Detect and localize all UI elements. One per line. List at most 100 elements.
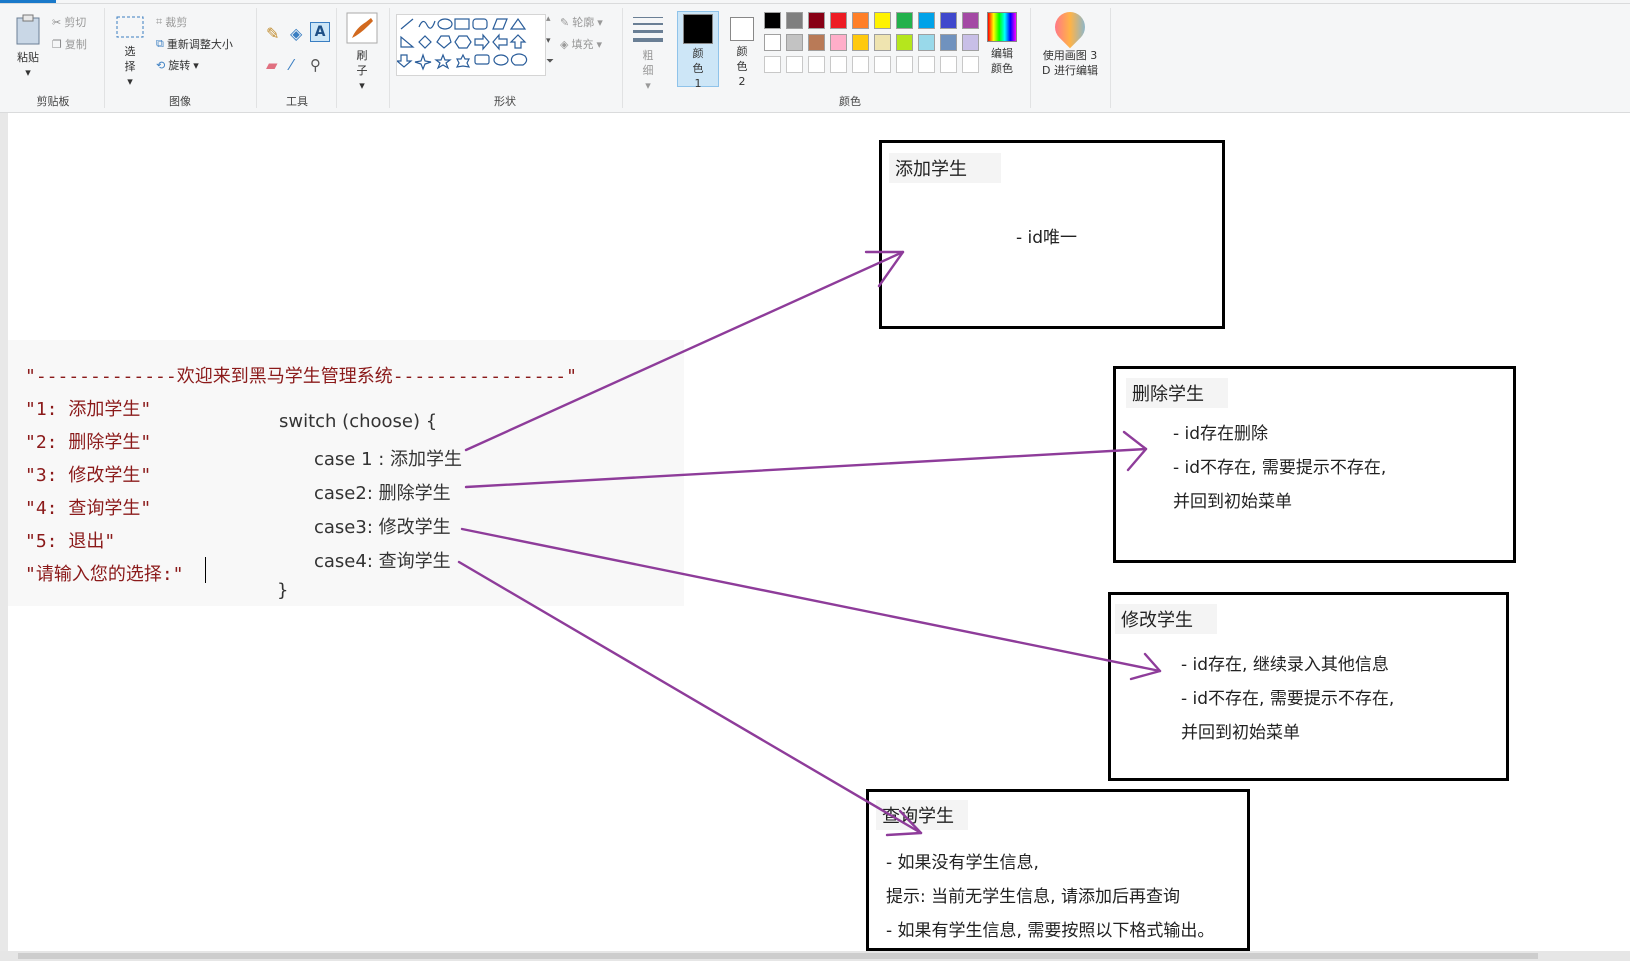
menu-welcome-line: "-------------欢迎来到黑马学生管理系统--------------… bbox=[25, 366, 577, 387]
query-student-title: 查询学生 bbox=[876, 800, 968, 830]
color-swatch[interactable] bbox=[808, 12, 825, 29]
size-button[interactable]: 粗细 ▾ bbox=[630, 14, 666, 93]
shapes-expand-icon[interactable]: ⏷ bbox=[546, 56, 554, 67]
menu-option-3: "3: 修改学生" bbox=[25, 465, 152, 486]
resize-icon: ⧉ bbox=[156, 37, 164, 50]
color-swatch[interactable] bbox=[852, 34, 869, 51]
color-swatch[interactable] bbox=[764, 56, 781, 73]
color-swatch[interactable] bbox=[918, 34, 935, 51]
delete-student-box: 删除学生 - id存在删除 - id不存在, 需要提示不存在, 并回到初始菜单 bbox=[1113, 366, 1516, 563]
color-swatch[interactable] bbox=[764, 34, 781, 51]
color-swatch[interactable] bbox=[830, 56, 847, 73]
paste-icon bbox=[16, 14, 40, 45]
shapes-gallery-icons bbox=[395, 17, 528, 71]
color-swatch[interactable] bbox=[874, 56, 891, 73]
menu-option-2: "2: 删除学生" bbox=[25, 432, 152, 453]
color-swatch[interactable] bbox=[786, 56, 803, 73]
color-swatch[interactable] bbox=[896, 34, 913, 51]
brushes-dropdown-icon: ▾ bbox=[359, 79, 365, 92]
outline-button[interactable]: ✎ 轮廓 ▾ bbox=[560, 14, 603, 30]
color-swatch[interactable] bbox=[918, 56, 935, 73]
edit-colors-button[interactable]: 编辑颜色 bbox=[984, 12, 1020, 76]
shapes-gallery[interactable] bbox=[395, 14, 546, 76]
color-swatch[interactable] bbox=[940, 12, 957, 29]
color-swatch[interactable] bbox=[764, 12, 781, 29]
delete-student-rule-3: 并回到初始菜单 bbox=[1173, 492, 1292, 512]
color-swatch[interactable] bbox=[962, 56, 979, 73]
shapes-scroll-up-icon[interactable]: ▴ bbox=[546, 14, 551, 24]
add-student-title: 添加学生 bbox=[889, 153, 1001, 183]
group-divider bbox=[104, 8, 105, 108]
fill-bucket-icon[interactable]: ◈ bbox=[290, 24, 302, 43]
color-swatch[interactable] bbox=[852, 56, 869, 73]
color-swatch[interactable] bbox=[852, 12, 869, 29]
color-swatch[interactable] bbox=[962, 34, 979, 51]
group-divider bbox=[256, 8, 257, 108]
case2-line: case2: 删除学生 bbox=[314, 483, 451, 504]
canvas-left-edge bbox=[0, 113, 8, 961]
color-swatch[interactable] bbox=[962, 12, 979, 29]
eraser-icon[interactable]: ▰ bbox=[266, 56, 278, 74]
cut-button[interactable]: ✂ 剪切 bbox=[52, 14, 86, 30]
case3-line: case3: 修改学生 bbox=[314, 517, 451, 538]
color2-button[interactable]: 颜色 2 bbox=[725, 14, 759, 89]
paint3d-label-line2: D 进行编辑 bbox=[1042, 64, 1098, 77]
color-swatch[interactable] bbox=[874, 34, 891, 51]
color-swatch[interactable] bbox=[808, 34, 825, 51]
fill-icon: ◈ bbox=[560, 37, 569, 51]
fill-button[interactable]: ◈ 填充 ▾ bbox=[560, 36, 602, 52]
color-swatch[interactable] bbox=[874, 12, 891, 29]
text-tool-icon[interactable]: A bbox=[310, 22, 330, 42]
crop-button[interactable]: ⌗ 裁剪 bbox=[156, 14, 187, 30]
color-swatch[interactable] bbox=[896, 56, 913, 73]
paint3d-icon bbox=[1048, 5, 1092, 49]
shapes-scroll-down-icon[interactable]: ▾ bbox=[546, 36, 551, 46]
color-swatch[interactable] bbox=[830, 34, 847, 51]
color-swatch[interactable] bbox=[786, 34, 803, 51]
color-swatch[interactable] bbox=[918, 12, 935, 29]
magnifier-icon[interactable]: ⚲ bbox=[310, 56, 321, 74]
fill-label: 填充 bbox=[571, 38, 594, 51]
rotate-dropdown-icon: ▾ bbox=[193, 58, 199, 72]
color1-button[interactable]: 颜色 1 bbox=[681, 14, 715, 91]
text-caret bbox=[205, 557, 206, 583]
crop-label: 裁剪 bbox=[165, 16, 188, 29]
query-student-rule-1: - 如果没有学生信息, bbox=[886, 853, 1039, 873]
color-swatch[interactable] bbox=[830, 12, 847, 29]
paste-button[interactable]: 粘贴 ▾ bbox=[10, 14, 46, 80]
select-button[interactable]: 选择 ▾ bbox=[112, 14, 148, 89]
scissors-icon: ✂ bbox=[52, 15, 62, 29]
color-swatch[interactable] bbox=[940, 56, 957, 73]
color-picker-icon[interactable]: ⁄ bbox=[290, 56, 293, 74]
pencil-icon[interactable]: ✎ bbox=[266, 24, 279, 43]
tabstrip-divider bbox=[0, 3, 1630, 4]
paint3d-label-line1: 使用画图 3 bbox=[1042, 49, 1098, 62]
scrollbar-thumb[interactable] bbox=[18, 953, 1538, 959]
resize-label: 重新调整大小 bbox=[166, 38, 233, 51]
query-student-box: 查询学生 - 如果没有学生信息, 提示: 当前无学生信息, 请添加后再查询 - … bbox=[866, 789, 1250, 951]
switch-close-brace: } bbox=[277, 580, 289, 601]
color-swatch[interactable] bbox=[808, 56, 825, 73]
group-divider bbox=[336, 8, 337, 108]
modify-student-rule-3: 并回到初始菜单 bbox=[1181, 723, 1300, 743]
menu-option-4: "4: 查询学生" bbox=[25, 498, 152, 519]
query-student-rule-2: 提示: 当前无学生信息, 请添加后再查询 bbox=[886, 887, 1180, 907]
color-swatch[interactable] bbox=[786, 12, 803, 29]
paint3d-button[interactable]: 使用画图 3 D 进行编辑 bbox=[1034, 5, 1106, 78]
colors-group-label: 颜色 bbox=[839, 95, 861, 108]
copy-label: 复制 bbox=[64, 38, 87, 51]
switch-statement: switch (choose) { bbox=[279, 411, 438, 432]
copy-button[interactable]: ❐ 复制 bbox=[52, 36, 87, 52]
color-swatch[interactable] bbox=[940, 34, 957, 51]
image-group-label: 图像 bbox=[169, 95, 191, 108]
resize-button[interactable]: ⧉ 重新调整大小 bbox=[156, 36, 233, 52]
rotate-button[interactable]: ⟲ 旋转 ▾ bbox=[156, 57, 199, 73]
modify-student-title: 修改学生 bbox=[1115, 604, 1217, 634]
color-swatch[interactable] bbox=[896, 12, 913, 29]
brushes-button[interactable]: 刷子 ▾ bbox=[344, 12, 380, 93]
color1-label: 颜色 1 bbox=[692, 47, 704, 90]
shapes-group-label: 形状 bbox=[494, 95, 516, 108]
copy-icon: ❐ bbox=[52, 37, 62, 51]
menu-prompt: "请输入您的选择:" bbox=[25, 564, 184, 585]
add-student-rule-1: - id唯一 bbox=[1016, 228, 1078, 248]
